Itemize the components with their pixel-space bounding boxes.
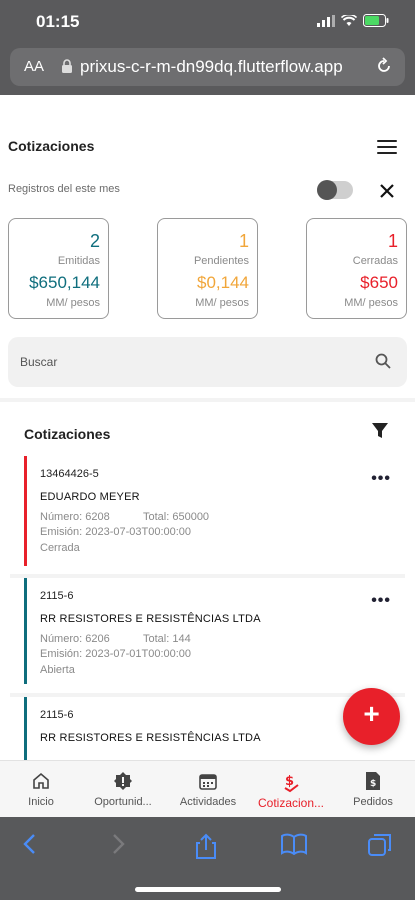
quote-number: Número: 6206 (40, 633, 110, 645)
reload-icon[interactable] (375, 57, 393, 75)
browser-top-chrome: 01:15 AA prixus-c-r-m-dn99dq.flutterflow… (0, 0, 415, 95)
close-icon[interactable] (378, 182, 396, 200)
stat-card-pendientes[interactable]: 1 Pendientes $0,144 MM/ pesos (157, 218, 258, 319)
stat-label: Pendientes (193, 255, 249, 267)
quote-emision: Emisión: 2023-07-01T00:00:00 (40, 648, 192, 660)
quote-client: RR RESISTORES E RESISTÊNCIAS LTDA (40, 613, 261, 625)
bookmarks-icon[interactable] (281, 833, 307, 855)
search-input[interactable]: Buscar (8, 337, 407, 387)
status-bar: 01:15 (0, 0, 415, 44)
search-placeholder: Buscar (20, 355, 58, 369)
quote-item[interactable]: 2115-6 RR RESISTORES E RESISTÊNCIAS LTDA… (10, 574, 405, 684)
stat-label: Cerradas (352, 255, 398, 267)
nav-item-actividades[interactable]: Actividades (170, 761, 246, 818)
stat-unit: MM/ pesos (46, 297, 100, 309)
search-icon[interactable] (375, 353, 391, 369)
document-icon: $ (366, 772, 380, 790)
nav-label: Actividades (179, 796, 237, 808)
nav-item-oportunidades[interactable]: Oportunid... (86, 761, 160, 818)
share-icon[interactable] (194, 833, 218, 859)
nav-item-cotizaciones[interactable]: $ Cotizacion... (248, 761, 334, 818)
stat-unit: MM/ pesos (344, 297, 398, 309)
quote-client: EDUARDO MEYER (40, 491, 140, 503)
signal-icon (317, 14, 335, 27)
quote-client: RR RESISTORES E RESISTÊNCIAS LTDA (40, 732, 261, 744)
quote-number: Número: 6208 (40, 511, 110, 523)
toggle-knob (317, 180, 337, 200)
filter-label: Registros del este mes (8, 183, 120, 195)
quote-code: 2115-6 (40, 590, 74, 602)
url-bar[interactable]: AA prixus-c-r-m-dn99dq.flutterflow.app (10, 48, 405, 86)
stat-card-cerradas[interactable]: 1 Cerradas $650 MM/ pesos (306, 218, 407, 319)
quote-item[interactable]: 13464426-5 EDUARDO MEYER Número: 6208 To… (10, 456, 405, 566)
stat-amount: $0,144 (197, 273, 249, 292)
stat-count: 1 (387, 231, 398, 251)
back-icon[interactable] (20, 833, 40, 855)
reader-settings-button[interactable]: AA (24, 58, 44, 75)
stat-card-emitidas[interactable]: 2 Emitidas $650,144 MM/ pesos (8, 218, 109, 319)
quote-status: Cerrada (40, 542, 80, 554)
svg-text:$: $ (370, 779, 376, 789)
list-title: Cotizaciones (24, 426, 111, 442)
quote-code: 13464426-5 (40, 468, 99, 480)
forward-icon[interactable] (108, 833, 128, 855)
hamburger-menu-icon[interactable] (377, 140, 397, 156)
calendar-icon (199, 774, 217, 790)
nav-item-pedidos[interactable]: $ Pedidos (340, 761, 406, 818)
quote-code: 2115-6 (40, 709, 74, 721)
svg-text:$: $ (285, 774, 294, 789)
status-color-bar (24, 456, 27, 566)
stat-label: Emitidas (57, 255, 100, 267)
plus-icon: + (363, 698, 380, 729)
home-indicator (135, 887, 281, 892)
stat-count: 2 (89, 231, 100, 251)
stat-amount: $650 (360, 273, 398, 292)
quote-emision: Emisión: 2023-07-03T00:00:00 (40, 526, 192, 538)
tabs-icon[interactable] (368, 833, 392, 857)
page-title: Cotizaciones (8, 138, 95, 154)
more-options-icon[interactable]: ••• (371, 592, 391, 610)
home-icon (33, 772, 49, 789)
status-color-bar (24, 578, 27, 684)
opportunity-icon (114, 772, 132, 790)
battery-icon (363, 14, 389, 27)
url-text[interactable]: prixus-c-r-m-dn99dq.flutterflow.app (80, 57, 343, 77)
status-color-bar (24, 697, 27, 760)
stat-count: 1 (238, 231, 249, 251)
filter-icon[interactable] (371, 422, 389, 440)
month-filter-toggle[interactable] (317, 180, 353, 200)
quote-status: Abierta (40, 664, 75, 676)
quote-total: Total: 144 (143, 633, 191, 645)
add-quote-button[interactable]: + (343, 688, 400, 745)
nav-label: Pedidos (353, 796, 393, 808)
status-icons (317, 14, 389, 27)
nav-item-inicio[interactable]: Inicio (8, 761, 74, 818)
quote-total: Total: 650000 (143, 511, 210, 523)
stat-unit: MM/ pesos (195, 297, 249, 309)
more-options-icon[interactable]: ••• (371, 470, 391, 488)
lock-icon (62, 59, 72, 73)
nav-label: Oportunid... (94, 796, 152, 808)
stat-amount: $650,144 (29, 273, 100, 292)
bottom-nav: Inicio Oportunid... Actividades $ Cotiza… (0, 760, 415, 817)
status-time: 01:15 (36, 12, 80, 31)
nav-label: Inicio (28, 796, 54, 808)
nav-label: Cotizacion... (257, 796, 325, 810)
wifi-icon (341, 14, 357, 26)
quote-icon: $ (284, 774, 299, 793)
